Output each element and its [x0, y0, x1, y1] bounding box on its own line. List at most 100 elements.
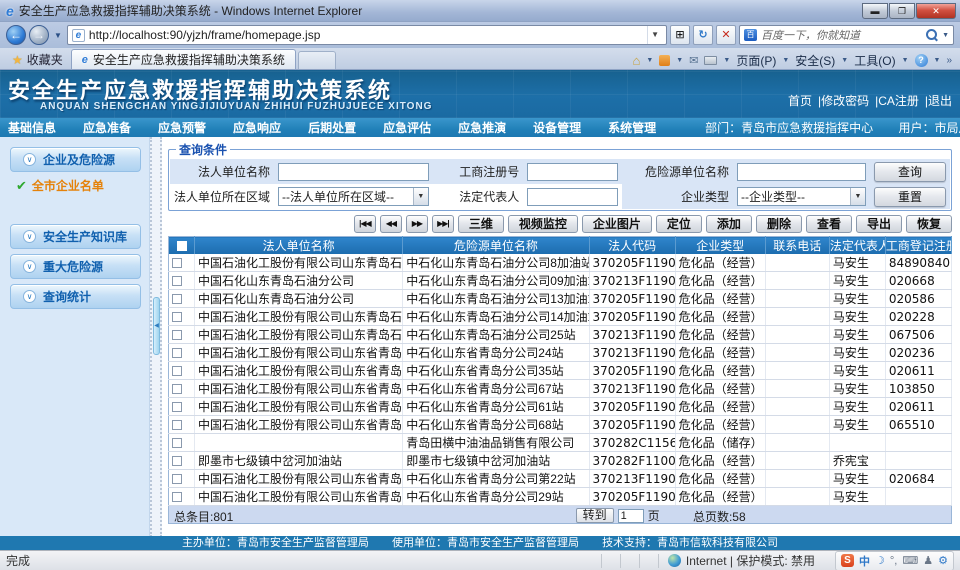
tools-menu[interactable]: 工具(O) — [854, 52, 895, 69]
page-number-input[interactable]: 1 — [618, 509, 644, 523]
person-icon[interactable]: ♟ — [923, 554, 933, 567]
table-row[interactable]: 中国石油化工股份有限公司山东省青岛分公司中石化山东省青岛分公司67站370213… — [169, 380, 952, 398]
add-button[interactable]: 添加 — [706, 215, 752, 233]
menu-basic-info[interactable]: 基础信息 — [8, 119, 56, 136]
link-change-password[interactable]: |修改密码 — [818, 92, 869, 109]
sidebar-group-query-stats[interactable]: ∨ 查询统计 — [10, 284, 141, 309]
table-row[interactable]: 中国石油化工股份有限公司山东青岛石油分公司中石化山东青岛石油分公司14加油站37… — [169, 308, 952, 326]
menu-post-disposal[interactable]: 后期处置 — [308, 119, 356, 136]
table-row[interactable]: 中国石油化工股份有限公司山东省青岛分公司中石化山东省青岛分公司35站370205… — [169, 362, 952, 380]
export-button[interactable]: 导出 — [856, 215, 902, 233]
menu-emergency-drill[interactable]: 应急推演 — [458, 119, 506, 136]
menu-emergency-eval[interactable]: 应急评估 — [383, 119, 431, 136]
table-row[interactable]: 中国石油化工股份有限公司山东省青岛分公司中石化山东省青岛分公司68站370205… — [169, 416, 952, 434]
forward-button[interactable]: → — [29, 25, 49, 45]
table-row[interactable]: 中国石化山东青岛石油分公司中石化山东青岛石油分公司09加油站370213F119… — [169, 272, 952, 290]
rss-feed-icon[interactable] — [659, 55, 670, 66]
safety-menu[interactable]: 安全(S) — [795, 52, 835, 69]
page-menu[interactable]: 页面(P) — [736, 52, 776, 69]
legal-name-input[interactable] — [278, 163, 429, 181]
table-row[interactable]: 中国石油化工股份有限公司山东省青岛分公司中石化山东省青岛分公司61站370205… — [169, 398, 952, 416]
col-reg-no[interactable]: 工商登记注册号 — [885, 237, 951, 255]
row-checkbox[interactable] — [172, 420, 182, 430]
view-button[interactable]: 查看 — [806, 215, 852, 233]
overflow-chevron-icon[interactable]: » — [946, 55, 952, 66]
sidebar-group-enterprise-hazard[interactable]: ∨ 企业及危险源 — [10, 147, 141, 172]
search-box[interactable]: 百 百度一下，你就知道 ▼ — [739, 25, 954, 45]
menu-device-mgmt[interactable]: 设备管理 — [533, 119, 581, 136]
region-select[interactable]: --法人单位所在区域--▼ — [278, 187, 429, 206]
delete-button[interactable]: 删除 — [756, 215, 802, 233]
new-tab-button[interactable] — [298, 51, 336, 69]
maximize-button[interactable]: ❐ — [889, 3, 915, 19]
next-page-button[interactable]: ▶▶ — [406, 215, 428, 233]
help-icon[interactable]: ? — [915, 54, 928, 67]
home-dropdown-icon[interactable]: ▼ — [646, 57, 653, 64]
sogou-icon[interactable]: S — [841, 554, 854, 567]
table-row[interactable]: 中国石油化工股份有限公司山东省青岛分公司中石化山东省青岛分公司24站370213… — [169, 344, 952, 362]
search-dropdown-icon[interactable]: ▼ — [942, 32, 949, 39]
url-text[interactable]: http://localhost:90/yjzh/frame/homepage.… — [89, 28, 643, 42]
url-dropdown-icon[interactable]: ▼ — [647, 26, 662, 44]
video-monitor-button[interactable]: 视频监控 — [508, 215, 578, 233]
reset-button[interactable]: 重置 — [874, 187, 946, 207]
menu-emergency-response[interactable]: 应急响应 — [233, 119, 281, 136]
link-logout[interactable]: |退出 — [925, 92, 952, 109]
minimize-button[interactable]: ▬ — [862, 3, 888, 19]
search-icon[interactable] — [926, 29, 938, 41]
compat-button[interactable]: ⊞ — [670, 25, 690, 45]
mail-icon[interactable]: ✉ — [689, 54, 698, 67]
splitter-collapse-handle[interactable]: ◀ — [153, 297, 160, 355]
col-phone[interactable]: 联系电话 — [765, 237, 829, 255]
table-row[interactable]: 中国石油化工股份有限公司山东省青岛分公司中石化山东省青岛分公司29站370205… — [169, 488, 952, 506]
col-legal-name[interactable]: 法人单位名称 — [195, 237, 403, 255]
feed-dropdown-icon[interactable]: ▼ — [676, 57, 683, 64]
select-all-checkbox[interactable] — [177, 241, 187, 251]
table-row[interactable]: 中国石油化工股份有限公司山东省青岛分公司中石化山东省青岛分公司第22站37021… — [169, 470, 952, 488]
enterprise-photo-button[interactable]: 企业图片 — [582, 215, 652, 233]
menu-system-mgmt[interactable]: 系统管理 — [608, 119, 656, 136]
menu-emergency-prep[interactable]: 应急准备 — [83, 119, 131, 136]
row-checkbox[interactable] — [172, 258, 182, 268]
row-checkbox[interactable] — [172, 384, 182, 394]
splitter[interactable]: ◀ — [150, 137, 162, 537]
link-home[interactable]: 首页 — [788, 92, 812, 109]
table-row[interactable]: 中国石油化工股份有限公司山东青岛石油分公司中石化山东青岛石油分公司8加油站370… — [169, 254, 952, 272]
keyboard-icon[interactable]: ⌨ — [902, 554, 918, 567]
hazard-name-input[interactable] — [737, 163, 866, 181]
col-ent-type[interactable]: 企业类型 — [675, 237, 765, 255]
row-checkbox[interactable] — [172, 402, 182, 412]
print-icon[interactable] — [704, 56, 717, 65]
stop-button[interactable]: ✕ — [716, 25, 736, 45]
row-checkbox[interactable] — [172, 456, 182, 466]
print-dropdown-icon[interactable]: ▼ — [723, 57, 730, 64]
link-ca-register[interactable]: |CA注册 — [875, 92, 919, 109]
row-checkbox[interactable] — [172, 474, 182, 484]
row-checkbox[interactable] — [172, 492, 182, 502]
history-dropdown-icon[interactable]: ▼ — [52, 31, 64, 40]
row-checkbox[interactable] — [172, 330, 182, 340]
row-checkbox[interactable] — [172, 366, 182, 376]
back-button[interactable]: ← — [6, 25, 26, 45]
ent-type-select[interactable]: --企业类型--▼ — [737, 187, 866, 206]
row-checkbox[interactable] — [172, 276, 182, 286]
last-page-button[interactable]: ▶▶| — [432, 215, 454, 233]
legal-rep-input[interactable] — [527, 188, 618, 206]
refresh-button[interactable]: ↻ — [693, 25, 713, 45]
chinese-mode-icon[interactable]: 中 — [859, 553, 870, 569]
home-icon[interactable]: ⌂ — [632, 53, 640, 68]
reg-no-input[interactable] — [527, 163, 618, 181]
locate-button[interactable]: 定位 — [656, 215, 702, 233]
col-legal-code[interactable]: 法人代码 — [589, 237, 675, 255]
three-d-button[interactable]: 三维 — [458, 215, 504, 233]
favorites-button[interactable]: ★ 收藏夹 — [4, 50, 71, 69]
col-hazard-name[interactable]: 危险源单位名称 — [403, 237, 589, 255]
row-checkbox[interactable] — [172, 312, 182, 322]
table-row[interactable]: 中国石油化工股份有限公司山东青岛石油分公司中石化山东青岛石油分公司25站3702… — [169, 326, 952, 344]
sidebar-group-major-hazard[interactable]: ∨ 重大危险源 — [10, 254, 141, 279]
close-button[interactable]: ✕ — [916, 3, 956, 19]
table-row[interactable]: 即墨市七级镇中岔河加油站即墨市七级镇中岔河加油站370282F110063 危化… — [169, 452, 952, 470]
halfmoon-icon[interactable]: ☽ — [875, 554, 885, 567]
punctuation-icon[interactable]: °, — [890, 555, 897, 567]
row-checkbox[interactable] — [172, 348, 182, 358]
